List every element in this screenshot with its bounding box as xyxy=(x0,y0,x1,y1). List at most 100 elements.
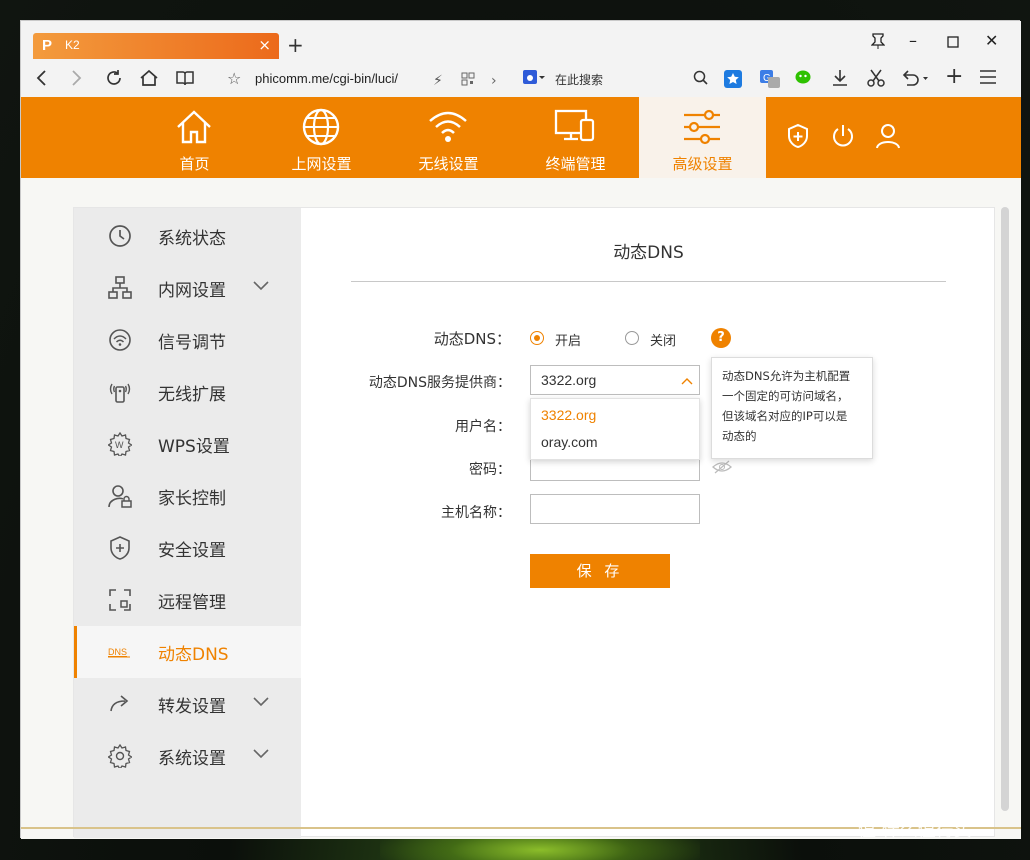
bookmark-star-icon[interactable]: ☆ xyxy=(227,69,241,89)
nav-advanced-label: 高级设置 xyxy=(672,155,733,173)
user-icon[interactable] xyxy=(876,123,900,153)
search-input[interactable]: 在此搜索 xyxy=(555,71,603,88)
ddns-off-radio[interactable] xyxy=(625,331,639,345)
save-button[interactable]: 保 存 xyxy=(530,554,670,588)
undo-close-tab-icon[interactable] xyxy=(901,69,929,92)
search-icon[interactable] xyxy=(693,70,709,91)
nav-advanced-settings[interactable]: 高级设置 xyxy=(639,97,766,178)
title-divider xyxy=(351,281,946,282)
provider-option[interactable]: 3322.org xyxy=(541,407,596,423)
eye-hidden-icon[interactable] xyxy=(712,460,732,474)
download-icon[interactable] xyxy=(831,69,849,92)
sidebar-item-remote-management[interactable]: 远程管理 xyxy=(74,574,301,626)
sidebar-item-lan-settings[interactable]: 内网设置 xyxy=(74,262,301,314)
chevron-down-icon[interactable] xyxy=(252,748,270,760)
svg-text:W: W xyxy=(115,440,124,450)
ddns-on-label: 开启 xyxy=(555,334,582,349)
browser-tab[interactable]: P K2 × xyxy=(33,33,279,59)
wifi-icon xyxy=(429,111,467,142)
password-label: 密码： xyxy=(469,462,511,478)
tooltip-line: 动态的 xyxy=(722,429,757,443)
hostname-field[interactable] xyxy=(530,494,700,524)
sidebar-item-label: 内网设置 xyxy=(158,281,226,301)
router-admin-page: 首页 上网设置 无线设置 终端管理 高级设置 系统状态 内网设置 信号调节 无线… xyxy=(21,97,1021,839)
tab-close-icon[interactable]: × xyxy=(258,36,271,54)
new-tab-icon[interactable]: + xyxy=(287,35,304,55)
tooltip-line: 一个固定的可访问域名， xyxy=(722,389,849,403)
add-icon[interactable]: + xyxy=(945,66,963,88)
sidebar-item-forwarding[interactable]: 转发设置 xyxy=(74,678,301,730)
chevron-down-icon[interactable] xyxy=(252,696,270,708)
settings-gear-icon xyxy=(108,744,132,768)
maximize-icon[interactable] xyxy=(947,33,959,52)
sidebar: 系统状态 内网设置 信号调节 无线扩展 W WPS设置 家长控制 安全设置 远程… xyxy=(74,208,301,838)
forward-icon[interactable] xyxy=(71,69,83,92)
lightning-icon[interactable]: ⚡ xyxy=(433,71,443,91)
tooltip-line: 但该域名对应的IP可以是 xyxy=(722,409,848,423)
sidebar-item-label: 动态DNS xyxy=(158,645,229,665)
page-scrollbar[interactable] xyxy=(1001,207,1009,811)
shield-plus-icon[interactable] xyxy=(787,123,809,153)
home-page-icon[interactable] xyxy=(139,69,159,92)
sidebar-item-wps[interactable]: W WPS设置 xyxy=(74,418,301,470)
back-icon[interactable] xyxy=(35,69,47,92)
sidebar-item-system-settings[interactable]: 系统设置 xyxy=(74,730,301,782)
phicomm-logo: P xyxy=(42,37,53,54)
sidebar-item-system-status[interactable]: 系统状态 xyxy=(74,210,301,262)
wechat-icon[interactable] xyxy=(795,69,815,92)
page-title: 动态DNS xyxy=(613,243,684,263)
provider-dropdown-list: 3322.org oray.com xyxy=(530,398,700,460)
nav-internet-settings[interactable]: 上网设置 xyxy=(258,97,385,178)
sidebar-item-security[interactable]: 安全设置 xyxy=(74,522,301,574)
reader-icon[interactable] xyxy=(175,69,195,92)
refresh-icon[interactable] xyxy=(105,69,123,92)
tab-bar: P K2 × + – ✕ xyxy=(21,21,1021,61)
signal-icon xyxy=(109,329,131,351)
top-navigation: 首页 上网设置 无线设置 终端管理 高级设置 xyxy=(21,97,1021,178)
qr-code-icon[interactable] xyxy=(461,71,475,91)
nav-home-label: 首页 xyxy=(179,155,210,173)
sidebar-item-parental-control[interactable]: 家长控制 xyxy=(74,470,301,522)
sidebar-item-label: 信号调节 xyxy=(158,333,226,353)
ddns-form-panel: 动态DNS 动态DNS： 开启 关闭 ? 动态DNS服务提供商： 3322.or… xyxy=(301,208,996,838)
nav-wireless-settings[interactable]: 无线设置 xyxy=(385,97,512,178)
tab-title: K2 xyxy=(65,38,80,52)
favorites-icon[interactable] xyxy=(723,69,743,94)
sidebar-item-label: 无线扩展 xyxy=(158,385,226,405)
translate-icon[interactable]: G xyxy=(759,69,781,94)
remote-icon xyxy=(109,589,131,611)
ddns-on-radio[interactable] xyxy=(530,331,544,345)
sidebar-item-label: WPS设置 xyxy=(158,437,230,457)
globe-icon xyxy=(302,108,340,146)
content-panel: 系统状态 内网设置 信号调节 无线扩展 W WPS设置 家长控制 安全设置 远程… xyxy=(73,207,996,838)
minimize-icon[interactable]: – xyxy=(909,31,917,50)
menu-icon[interactable] xyxy=(979,69,997,90)
provider-select[interactable]: 3322.org xyxy=(530,365,700,395)
address-bar[interactable]: phicomm.me/cgi-bin/luci/ xyxy=(255,71,398,86)
provider-selected-value: 3322.org xyxy=(541,372,597,388)
nav-device-label: 终端管理 xyxy=(545,155,606,173)
nav-home[interactable]: 首页 xyxy=(131,97,258,178)
close-window-icon[interactable]: ✕ xyxy=(985,31,998,50)
provider-option[interactable]: oray.com xyxy=(541,434,598,450)
wps-gear-icon: W xyxy=(108,432,132,456)
power-icon[interactable] xyxy=(831,123,855,153)
sidebar-item-label: 家长控制 xyxy=(158,489,226,509)
sidebar-item-ddns[interactable]: DNS 动态DNS xyxy=(74,626,301,678)
baidu-search-engine-icon[interactable] xyxy=(523,70,545,91)
sidebar-item-signal-adjust[interactable]: 信号调节 xyxy=(74,314,301,366)
browser-toolbar: ☆ phicomm.me/cgi-bin/luci/ ⚡ › 在此搜索 G + xyxy=(21,61,1021,97)
nav-device-management[interactable]: 终端管理 xyxy=(512,97,639,178)
pin-icon[interactable] xyxy=(870,33,886,53)
ddns-enable-label: 动态DNS： xyxy=(433,330,511,348)
chevron-up-icon xyxy=(681,378,693,385)
browser-window: P K2 × + – ✕ ☆ phicomm.me/cgi-bin/luci/ … xyxy=(20,20,1021,839)
chevron-down-icon[interactable] xyxy=(252,280,270,292)
scissors-icon[interactable] xyxy=(867,69,885,92)
parent-lock-icon xyxy=(108,485,132,508)
sidebar-item-label: 远程管理 xyxy=(158,593,226,613)
sidebar-item-wireless-extend[interactable]: 无线扩展 xyxy=(74,366,301,418)
help-icon[interactable]: ? xyxy=(711,328,731,348)
username-label: 用户名： xyxy=(455,419,511,435)
expand-address-icon[interactable]: › xyxy=(491,71,497,91)
